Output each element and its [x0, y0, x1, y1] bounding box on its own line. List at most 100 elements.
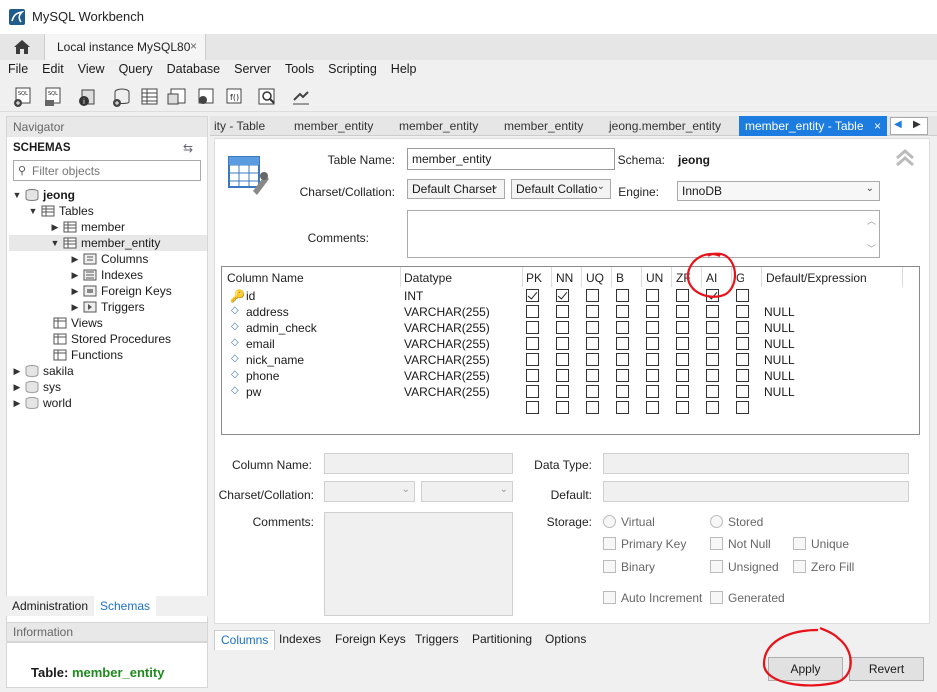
flag-checkbox[interactable]	[736, 401, 749, 414]
tab-partitioning[interactable]: Partitioning	[466, 630, 538, 650]
flag-checkbox[interactable]	[706, 353, 719, 366]
flag-checkbox[interactable]	[706, 337, 719, 350]
filter-objects-field[interactable]: ⚲	[13, 160, 201, 181]
stored-radio[interactable]	[710, 515, 723, 528]
cell-datatype[interactable]: VARCHAR(255)	[404, 385, 490, 399]
table-name-input[interactable]: member_entity	[407, 148, 615, 170]
menu-query[interactable]: Query	[119, 60, 163, 80]
menu-server[interactable]: Server	[234, 60, 281, 80]
collation-select[interactable]: Default Collatio ⌄	[511, 179, 611, 199]
search-table-data-icon[interactable]	[256, 86, 278, 108]
col-header-g[interactable]: G	[736, 271, 744, 285]
col-header-nn[interactable]: NN	[556, 271, 573, 285]
tree-views[interactable]: Views	[39, 315, 103, 331]
cell-default[interactable]: NULL	[764, 321, 795, 335]
scroll-down-icon[interactable]: ﹀	[867, 242, 876, 255]
tree-schema-world[interactable]: ▶ world	[11, 395, 72, 411]
chevron-right-icon[interactable]: ▶	[69, 286, 81, 297]
create-function-icon[interactable]: f()	[222, 86, 244, 108]
column-comments-input[interactable]	[324, 512, 513, 616]
menu-scripting[interactable]: Scripting	[328, 60, 387, 80]
cell-datatype[interactable]: VARCHAR(255)	[404, 369, 490, 383]
cell-default[interactable]: NULL	[764, 353, 795, 367]
flag-checkbox[interactable]	[646, 289, 659, 302]
tree-table-member-entity[interactable]: ▼ member_entity	[9, 235, 207, 251]
close-tab-icon[interactable]: ×	[874, 119, 881, 133]
flag-checkbox[interactable]	[586, 337, 599, 350]
flag-checkbox[interactable]	[676, 305, 689, 318]
flag-checkbox[interactable]	[556, 305, 569, 318]
cell-default[interactable]: NULL	[764, 337, 795, 351]
flag-checkbox[interactable]	[526, 385, 539, 398]
flag-checkbox[interactable]	[526, 337, 539, 350]
scroll-up-icon[interactable]: ︿	[867, 214, 876, 227]
flag-checkbox[interactable]	[646, 353, 659, 366]
chevron-right-icon[interactable]: ▶	[49, 222, 61, 233]
flag-checkbox[interactable]	[646, 385, 659, 398]
editor-tab[interactable]: member_entity	[504, 116, 583, 136]
col-header-un[interactable]: UN	[646, 271, 663, 285]
flag-checkbox[interactable]	[586, 385, 599, 398]
table-comments-input[interactable]: ︿ ﹀	[407, 210, 880, 258]
cell-datatype[interactable]: VARCHAR(255)	[404, 321, 490, 335]
editor-tab[interactable]: ity - Table	[214, 116, 265, 136]
cell-datatype[interactable]: VARCHAR(255)	[404, 337, 490, 351]
revert-button[interactable]: Revert	[849, 657, 924, 681]
flag-checkbox[interactable]	[556, 321, 569, 334]
flag-checkbox[interactable]	[676, 321, 689, 334]
flag-checkbox[interactable]	[616, 337, 629, 350]
home-button[interactable]	[0, 34, 44, 60]
tree-stored-procedures[interactable]: Stored Procedures	[39, 331, 171, 347]
chevron-right-icon[interactable]: ▶	[11, 366, 23, 377]
not-null-checkbox[interactable]	[710, 537, 723, 550]
col-header-ai[interactable]: AI	[706, 271, 717, 285]
flag-checkbox[interactable]	[616, 289, 629, 302]
menu-view[interactable]: View	[78, 60, 115, 80]
create-procedure-icon[interactable]	[194, 86, 216, 108]
editor-tab[interactable]: jeong.member_entity	[609, 116, 721, 136]
flag-checkbox[interactable]	[556, 401, 569, 414]
cell-default[interactable]: NULL	[764, 305, 795, 319]
flag-checkbox[interactable]	[616, 321, 629, 334]
engine-select[interactable]: InnoDB ⌄	[677, 181, 880, 201]
tab-indexes[interactable]: Indexes	[273, 630, 327, 650]
flag-checkbox[interactable]	[586, 289, 599, 302]
table-row[interactable]: ◇ admin_check VARCHAR(255) NULL	[222, 320, 919, 336]
cell-column-name[interactable]: phone	[246, 369, 279, 383]
tab-foreign-keys[interactable]: Foreign Keys	[329, 630, 412, 650]
create-table-icon[interactable]	[138, 86, 160, 108]
tab-schemas[interactable]: Schemas	[94, 596, 156, 616]
cell-column-name[interactable]: address	[246, 305, 289, 319]
col-header-default[interactable]: Default/Expression	[766, 271, 867, 285]
tree-tables[interactable]: ▼ Tables	[27, 203, 94, 219]
editor-tab[interactable]: member_entity	[294, 116, 373, 136]
apply-button[interactable]: Apply	[768, 657, 843, 681]
chevron-right-icon[interactable]: ▶	[11, 382, 23, 393]
flag-checkbox[interactable]	[676, 289, 689, 302]
table-row[interactable]: ◇ pw VARCHAR(255) NULL	[222, 384, 919, 400]
tree-schema-sys[interactable]: ▶ sys	[11, 379, 61, 395]
tab-triggers[interactable]: Triggers	[409, 630, 465, 650]
scroll-left-icon[interactable]: ◀	[894, 119, 902, 130]
default-input[interactable]	[603, 481, 909, 502]
flag-checkbox[interactable]	[706, 369, 719, 382]
generated-checkbox[interactable]	[710, 591, 723, 604]
flag-checkbox[interactable]	[706, 305, 719, 318]
tree-functions[interactable]: Functions	[39, 347, 123, 363]
flag-checkbox[interactable]	[586, 401, 599, 414]
menu-tools[interactable]: Tools	[285, 60, 324, 80]
tab-columns[interactable]: Columns	[214, 630, 276, 650]
column-charset-select[interactable]: ⌄	[324, 481, 415, 502]
create-schema-icon[interactable]	[110, 86, 132, 108]
cell-column-name[interactable]: admin_check	[246, 321, 317, 335]
editor-tab[interactable]: member_entity	[399, 116, 478, 136]
menu-help[interactable]: Help	[391, 60, 427, 80]
connection-tab[interactable]: Local instance MySQL80 ×	[44, 34, 206, 60]
flag-checkbox[interactable]	[526, 289, 539, 302]
charset-select[interactable]: Default Charset ⌄	[407, 179, 505, 199]
flag-checkbox[interactable]	[646, 305, 659, 318]
data-type-input[interactable]	[603, 453, 909, 474]
flag-checkbox[interactable]	[676, 385, 689, 398]
tree-table-member[interactable]: ▶ member	[49, 219, 125, 235]
flag-checkbox[interactable]	[526, 321, 539, 334]
